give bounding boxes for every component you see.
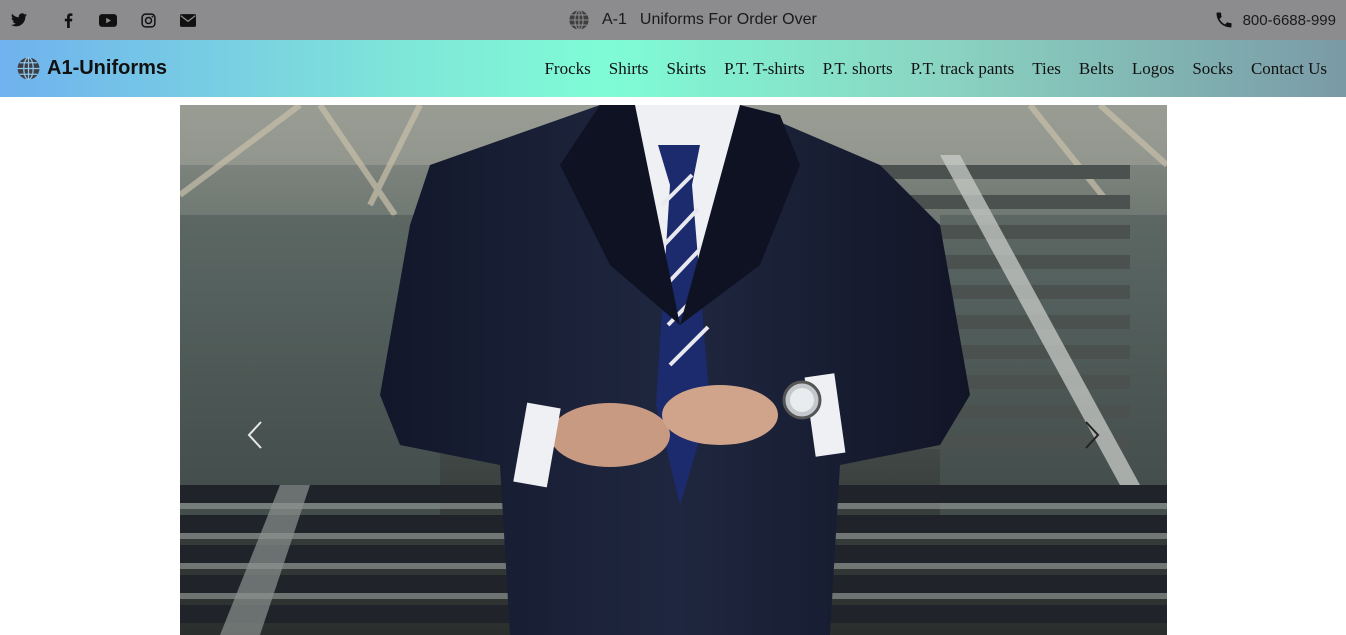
nav-item-frocks[interactable]: Frocks bbox=[535, 59, 599, 79]
envelope-icon[interactable] bbox=[168, 0, 208, 40]
phone-contact[interactable]: 800-6688-999 bbox=[1214, 0, 1336, 40]
twitter-icon[interactable] bbox=[10, 0, 28, 40]
nav-item-belts[interactable]: Belts bbox=[1070, 59, 1123, 79]
social-links bbox=[10, 0, 208, 40]
nav-item-pt-shorts[interactable]: P.T. shorts bbox=[814, 59, 902, 79]
brand-short: A-1 bbox=[602, 11, 627, 28]
brand-logo[interactable]: A1-Uniforms bbox=[16, 40, 167, 97]
phone-number: 800-6688-999 bbox=[1242, 11, 1336, 29]
hero-carousel bbox=[180, 105, 1167, 635]
chevron-left-icon bbox=[247, 421, 262, 449]
nav-item-skirts[interactable]: Skirts bbox=[657, 59, 715, 79]
main-navbar: A1-Uniforms Frocks Shirts Skirts P.T. T-… bbox=[0, 40, 1346, 97]
nav-item-socks[interactable]: Socks bbox=[1183, 59, 1242, 79]
globe-icon bbox=[16, 56, 41, 81]
nav-item-logos[interactable]: Logos bbox=[1123, 59, 1184, 79]
chevron-right-icon bbox=[1085, 421, 1100, 449]
nav-item-pt-track-pants[interactable]: P.T. track pants bbox=[902, 59, 1024, 79]
carousel-prev-button[interactable] bbox=[240, 415, 270, 455]
nav-item-shirts[interactable]: Shirts bbox=[600, 59, 658, 79]
phone-icon bbox=[1214, 10, 1234, 30]
carousel-next-button[interactable] bbox=[1077, 415, 1107, 455]
hero-image bbox=[180, 105, 1167, 635]
tagline-text: Uniforms For Order Over bbox=[639, 11, 817, 28]
nav-item-ties[interactable]: Ties bbox=[1023, 59, 1070, 79]
brand-name: A1-Uniforms bbox=[47, 57, 168, 79]
top-tagline: A-1 Uniforms For Order Over bbox=[568, 0, 817, 40]
youtube-icon[interactable] bbox=[88, 0, 128, 40]
top-bar: A-1 Uniforms For Order Over 800-6688-999 bbox=[0, 0, 1346, 40]
globe-icon bbox=[568, 9, 590, 31]
facebook-icon[interactable] bbox=[48, 0, 88, 40]
nav-item-contact-us[interactable]: Contact Us bbox=[1242, 59, 1336, 79]
instagram-icon[interactable] bbox=[128, 0, 168, 40]
nav-item-pt-tshirts[interactable]: P.T. T-shirts bbox=[715, 59, 813, 79]
nav-menu: Frocks Shirts Skirts P.T. T-shirts P.T. … bbox=[535, 40, 1336, 97]
